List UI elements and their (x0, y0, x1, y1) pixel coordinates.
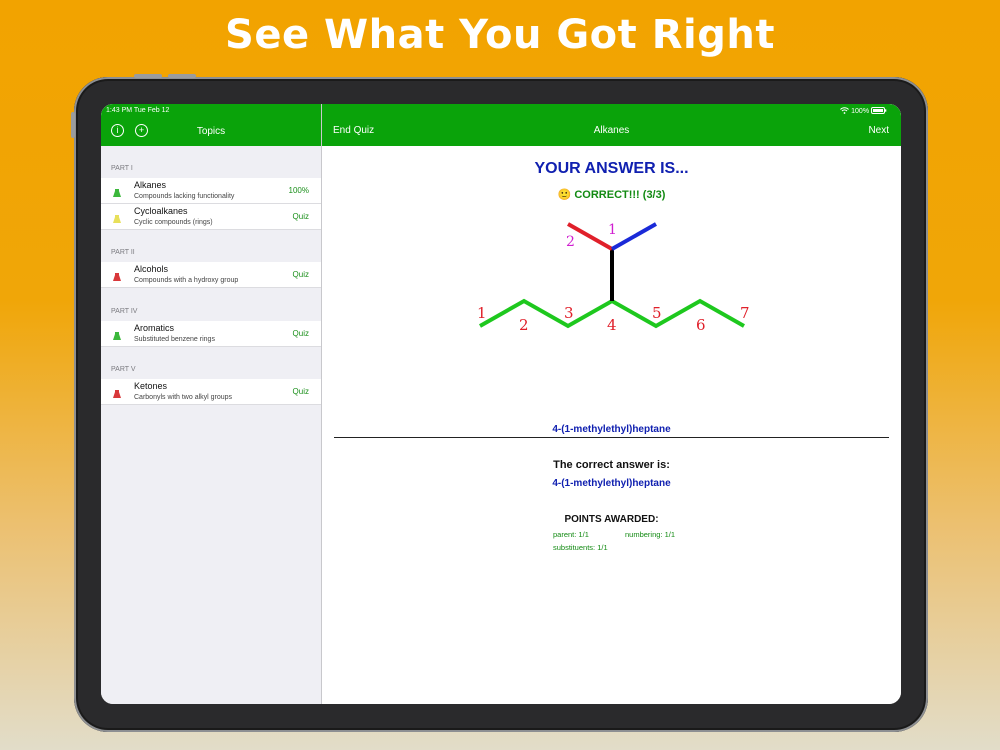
status-time-date: 1:43 PM Tue Feb 12 (106, 107, 170, 114)
topic-title: Alkanes (134, 180, 167, 190)
topic-status: Quiz (292, 212, 309, 221)
topic-row-alkanes[interactable]: Alkanes Compounds lacking functionality … (101, 178, 321, 204)
topic-subtitle: Compounds with a hydroxy group (134, 277, 239, 284)
section-label-part-1: PART I (111, 165, 133, 172)
chain-number: 3 (564, 304, 574, 322)
branch-right (611, 222, 657, 251)
flask-icon (113, 189, 121, 197)
battery-percent: 100% (851, 108, 870, 115)
topic-row-aromatics[interactable]: Aromatics Substituted benzene rings Quiz (101, 321, 321, 347)
points-parent: parent: 1/1 (553, 530, 589, 539)
topic-row-alcohols[interactable]: Alcohols Compounds with a hydroxy group … (101, 262, 321, 288)
quiz-result-panel: End Quiz Alkanes Next YOUR ANSWER IS... … (322, 104, 901, 704)
points-numbering: numbering: 1/1 (625, 530, 676, 539)
given-answer-name: 4-(1-methylethyl)heptane (552, 424, 671, 435)
ipad-screen: 1:43 PM Tue Feb 12 100% i + Topics PART … (101, 104, 901, 704)
flask-icon (113, 390, 121, 398)
topic-title: Aromatics (134, 323, 175, 333)
battery-icon (871, 107, 887, 114)
molecule-structure: 1 2 3 4 5 6 7 1 2 (477, 222, 750, 334)
points-awarded-heading: POINTS AWARDED: (564, 514, 659, 525)
topic-status: Quiz (292, 329, 309, 338)
sidebar-title: Topics (196, 126, 226, 137)
flask-icon (113, 273, 121, 281)
topic-title: Ketones (134, 381, 168, 391)
divider (334, 437, 889, 438)
correct-result: 🙂 CORRECT!!! (3/3) (557, 189, 666, 201)
topics-sidebar: i + Topics PART I Alkanes Compounds lack… (101, 104, 322, 704)
chain-number: 4 (607, 316, 617, 334)
volume-up-button (134, 74, 162, 78)
topic-subtitle: Compounds lacking functionality (134, 193, 235, 200)
correct-answer-name: 4-(1-methylethyl)heptane (552, 478, 671, 489)
topic-status: Quiz (292, 270, 309, 279)
chain-number: 7 (740, 304, 750, 322)
topic-title: Cycloalkanes (134, 206, 188, 216)
chain-number: 1 (477, 304, 487, 322)
topic-subtitle: Carbonyls with two alkyl groups (134, 394, 233, 401)
answer-heading: YOUR ANSWER IS... (534, 160, 689, 177)
marketing-headline: See What You Got Right (225, 12, 775, 58)
correct-answer-label: The correct answer is: (553, 459, 670, 471)
next-button[interactable]: Next (868, 125, 889, 136)
section-label-part-4: PART IV (111, 308, 138, 315)
branch-number: 2 (566, 234, 575, 250)
topic-row-cycloalkanes[interactable]: Cycloalkanes Cyclic compounds (rings) Qu… (101, 204, 321, 230)
main-title: Alkanes (593, 125, 630, 136)
flask-icon (113, 215, 121, 223)
top-button (71, 112, 75, 138)
points-substituents: substituents: 1/1 (553, 543, 608, 552)
chain-number: 5 (652, 304, 662, 322)
volume-down-button (168, 74, 196, 78)
topic-status: Quiz (292, 387, 309, 396)
branch-number: 1 (608, 222, 617, 238)
topic-title: Alcohols (134, 264, 169, 274)
status-bar: 1:43 PM Tue Feb 12 100% (101, 104, 901, 118)
chain-number: 2 (519, 316, 529, 334)
topic-subtitle: Substituted benzene rings (134, 336, 215, 343)
section-label-part-2: PART II (111, 249, 135, 256)
wifi-icon (840, 107, 850, 114)
topic-subtitle: Cyclic compounds (rings) (134, 219, 213, 226)
topic-row-ketones[interactable]: Ketones Carbonyls with two alkyl groups … (101, 379, 321, 405)
chain-number: 6 (696, 316, 706, 334)
flask-icon (113, 332, 121, 340)
topic-status: 100% (288, 186, 309, 195)
status-right: 100% (840, 107, 887, 115)
section-label-part-5: PART V (111, 366, 136, 373)
